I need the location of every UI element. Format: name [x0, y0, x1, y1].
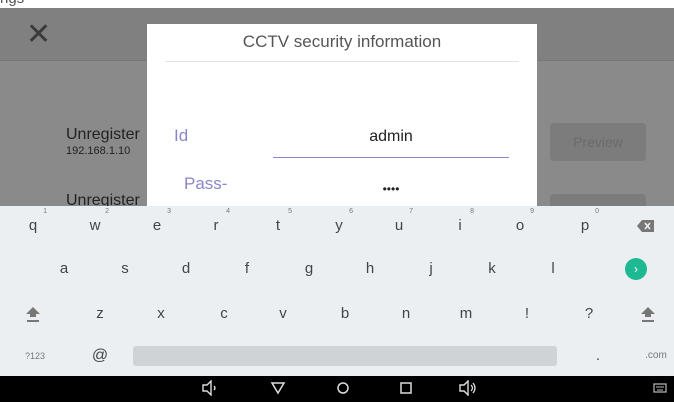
id-field[interactable]: admin	[273, 128, 509, 146]
key-hint: 3	[167, 208, 171, 215]
key-hint: 4	[226, 208, 230, 215]
key-label: e	[152, 217, 162, 234]
key-b[interactable]: b	[325, 295, 365, 333]
key-f[interactable]: f	[227, 250, 267, 288]
symbols-key[interactable]: ?123	[15, 337, 55, 375]
key-l[interactable]: l	[533, 250, 573, 288]
top-cut-text: ngs	[0, 0, 24, 7]
key-a[interactable]: a	[44, 250, 84, 288]
spacebar[interactable]	[133, 346, 557, 366]
key-q[interactable]: 1q	[13, 207, 53, 245]
key-label: t	[275, 217, 281, 234]
backspace-key[interactable]	[626, 207, 666, 245]
key-label: r	[213, 217, 219, 234]
camera-name: Unregister	[66, 192, 140, 206]
top-cut-strip: ngs	[0, 0, 674, 8]
key-n[interactable]: n	[386, 295, 426, 333]
shift-icon	[641, 307, 655, 322]
key-label: y	[335, 217, 343, 234]
key-label: q	[28, 217, 38, 234]
keyboard-icon[interactable]	[650, 380, 670, 398]
key-label: w	[89, 217, 101, 234]
volume-down-icon[interactable]	[200, 379, 220, 398]
key-hint: 7	[409, 208, 413, 215]
key-k[interactable]: k	[472, 250, 512, 288]
key-c[interactable]: c	[204, 295, 244, 333]
volume-up-icon[interactable]	[458, 379, 478, 398]
key-y[interactable]: 6y	[319, 207, 359, 245]
key-label: i	[458, 217, 462, 234]
key-o[interactable]: 9o	[500, 207, 540, 245]
key-hint: 1	[43, 208, 47, 215]
shift-key-right[interactable]	[628, 295, 668, 333]
at-key[interactable]: @	[80, 337, 120, 375]
password-label: Pass-	[184, 174, 228, 193]
close-icon[interactable]: ✕	[26, 20, 56, 50]
enter-key[interactable]: ›	[616, 250, 656, 288]
key-z[interactable]: z	[80, 295, 120, 333]
key-i[interactable]: 8i	[440, 207, 480, 245]
key-label: p	[580, 217, 590, 234]
enter-icon: ›	[625, 258, 647, 280]
id-label: Id	[174, 126, 189, 145]
dot-key[interactable]: .	[578, 337, 618, 375]
key-hint: 0	[595, 208, 599, 215]
key-hint: 6	[349, 208, 353, 215]
key-label: o	[515, 217, 525, 234]
dot-com-key[interactable]: .com	[636, 337, 674, 375]
system-navigation-bar	[0, 376, 674, 402]
recents-icon[interactable]	[396, 380, 416, 398]
key-v[interactable]: v	[263, 295, 303, 333]
key-question[interactable]: ?	[569, 295, 609, 333]
home-icon[interactable]	[333, 380, 353, 398]
key-h[interactable]: h	[350, 250, 390, 288]
id-field-underline	[273, 157, 509, 158]
key-u[interactable]: 7u	[379, 207, 419, 245]
key-hint: 9	[530, 208, 534, 215]
cctv-security-dialog: CCTV security information Id admin Pass-…	[147, 24, 537, 206]
key-hint: 8	[470, 208, 474, 215]
key-x[interactable]: x	[141, 295, 181, 333]
key-j[interactable]: j	[411, 250, 451, 288]
key-w[interactable]: 2w	[75, 207, 115, 245]
key-exclamation[interactable]: !	[507, 295, 547, 333]
back-icon[interactable]	[268, 380, 288, 398]
camera-name: Unregister	[66, 126, 140, 143]
title-divider	[165, 61, 519, 62]
key-d[interactable]: d	[166, 250, 206, 288]
camera-row[interactable]: Unregister 192.168.1.10	[66, 126, 140, 157]
key-hint: 2	[105, 208, 109, 215]
soft-keyboard: 1q 2w 3e 4r 5t 6y 7u 8i 9o 0p a s d f g …	[0, 206, 674, 376]
keyboard-row-2: a s d f g h j k l ›	[0, 250, 674, 288]
keyboard-row-3: z x c v b n m ! ?	[0, 295, 674, 333]
key-p[interactable]: 0p	[565, 207, 605, 245]
shift-key-left[interactable]	[13, 295, 53, 333]
keyboard-row-1: 1q 2w 3e 4r 5t 6y 7u 8i 9o 0p	[0, 207, 674, 245]
key-r[interactable]: 4r	[196, 207, 236, 245]
shift-icon	[26, 307, 40, 322]
key-m[interactable]: m	[446, 295, 486, 333]
key-g[interactable]: g	[289, 250, 329, 288]
preview-button[interactable]: Preview	[550, 123, 646, 161]
camera-ip: 192.168.1.10	[66, 145, 131, 157]
key-hint: 5	[288, 208, 292, 215]
key-t[interactable]: 5t	[258, 207, 298, 245]
dialog-title: CCTV security information	[242, 32, 442, 51]
backspace-icon	[637, 220, 654, 232]
password-field[interactable]: ••••	[273, 182, 509, 196]
preview-button[interactable]	[550, 194, 646, 206]
key-label: u	[394, 217, 404, 234]
camera-row[interactable]: Unregister	[66, 192, 140, 206]
key-s[interactable]: s	[105, 250, 145, 288]
key-e[interactable]: 3e	[137, 207, 177, 245]
